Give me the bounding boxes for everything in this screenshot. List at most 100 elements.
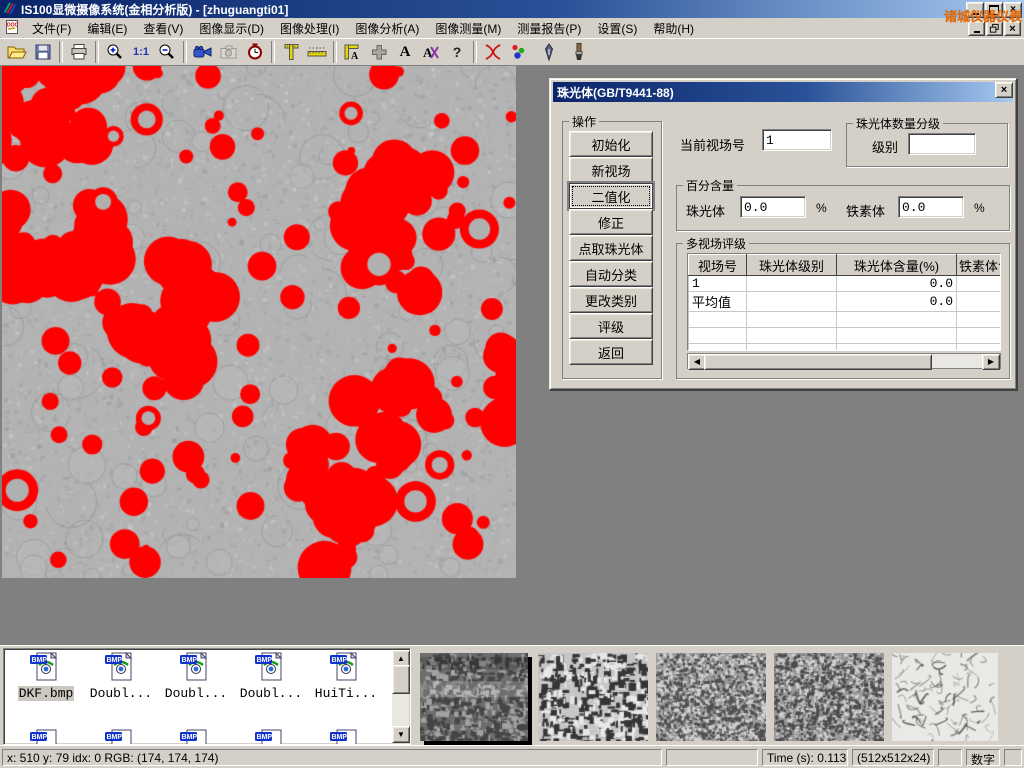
- cross-tool-button[interactable]: [366, 40, 392, 64]
- bmp-file-icon: BMP: [329, 729, 363, 745]
- close-icon: ×: [1010, 5, 1016, 15]
- table-row[interactable]: 1 0.0: [689, 276, 1002, 292]
- print-button[interactable]: [66, 40, 92, 64]
- measure-text-button[interactable]: A: [340, 40, 366, 64]
- binarize-button[interactable]: 二值化: [569, 183, 653, 209]
- cell-field: 1: [689, 276, 747, 292]
- actual-size-button[interactable]: 1:1: [128, 40, 154, 64]
- pen-tool-button[interactable]: [536, 40, 562, 64]
- file-item-partial[interactable]: BMP: [85, 729, 157, 745]
- ferrite-percent-input[interactable]: [898, 196, 964, 218]
- menu-item-image-process[interactable]: 图像处理(I): [272, 18, 347, 39]
- thumbnail-1[interactable]: [420, 653, 528, 741]
- curve-tool-button[interactable]: [480, 40, 506, 64]
- col-pearlite-grade[interactable]: 珠光体级别: [747, 255, 837, 276]
- file-item[interactable]: BMP Doubl...: [85, 652, 157, 701]
- phase-particles-button[interactable]: [506, 40, 532, 64]
- thumbnail-3[interactable]: [656, 653, 766, 741]
- col-ferrite-content[interactable]: 铁素体含量(%): [957, 255, 1002, 276]
- ferrite-label: 铁素体: [846, 201, 885, 220]
- zoom-out-button[interactable]: [154, 40, 180, 64]
- title-bar[interactable]: IS100显微摄像系统(金相分析版) - [zhuguangti01] ×: [0, 0, 1024, 18]
- toolbar-separator: [183, 41, 187, 63]
- time-status: Time (s): 0.113: [762, 749, 848, 766]
- scroll-right-button[interactable]: ▶: [982, 354, 1000, 370]
- scrollbar-thumb[interactable]: [392, 665, 410, 694]
- bmp-file-icon: BMP: [329, 652, 363, 682]
- pick-pearlite-button[interactable]: 点取珠光体: [569, 235, 653, 261]
- document-icon[interactable]: DOC: [4, 19, 20, 38]
- toolbar: 1:1 A A A ?: [0, 38, 1024, 66]
- brush-tool-button[interactable]: [566, 40, 592, 64]
- return-button[interactable]: 返回: [569, 339, 653, 365]
- file-list: BMP DKF.bmp BMP Doubl... BMP Doubl... BM…: [3, 648, 411, 745]
- correct-button[interactable]: 修正: [569, 209, 653, 235]
- menu-item-image-display[interactable]: 图像显示(D): [191, 18, 272, 39]
- video-capture-button[interactable]: [190, 40, 216, 64]
- menu-item-view[interactable]: 查看(V): [135, 18, 191, 39]
- file-item-partial[interactable]: BMP: [10, 729, 82, 745]
- help-button[interactable]: ?: [444, 40, 470, 64]
- menu-item-file[interactable]: 文件(F): [24, 18, 79, 39]
- operations-group-label: 操作: [569, 113, 599, 130]
- table-header-row: 视场号 珠光体级别 珠光体含量(%) 铁素体含量(%): [689, 255, 1002, 276]
- pearlite-percent-sign: %: [816, 201, 827, 215]
- menu-item-image-measure[interactable]: 图像测量(M): [427, 18, 509, 39]
- new-field-button[interactable]: 新视场: [569, 157, 653, 183]
- mdi-restore-button[interactable]: [986, 21, 1003, 36]
- auto-classify-button[interactable]: 自动分类: [569, 261, 653, 287]
- file-item[interactable]: BMP HuiTi...: [310, 652, 382, 701]
- scroll-down-button[interactable]: ▼: [392, 726, 410, 743]
- initialize-button[interactable]: 初始化: [569, 131, 653, 157]
- menu-item-settings[interactable]: 设置(S): [589, 18, 645, 39]
- file-item[interactable]: BMP Doubl...: [160, 652, 232, 701]
- rate-button[interactable]: 评级: [569, 313, 653, 339]
- timer-button[interactable]: [242, 40, 268, 64]
- annotate-tool-button[interactable]: A: [418, 40, 444, 64]
- menu-item-edit[interactable]: 编辑(E): [79, 18, 135, 39]
- mdi-minimize-button[interactable]: [968, 21, 985, 36]
- bmp-file-icon: BMP: [29, 652, 63, 682]
- grade-input[interactable]: [908, 133, 976, 155]
- menu-item-help[interactable]: 帮助(H): [645, 18, 702, 39]
- file-item[interactable]: BMP DKF.bmp: [10, 652, 82, 701]
- col-field-number[interactable]: 视场号: [689, 255, 747, 276]
- zoom-in-button[interactable]: [102, 40, 128, 64]
- file-item-partial[interactable]: BMP: [310, 729, 382, 745]
- pearlite-percent-input[interactable]: [740, 196, 806, 218]
- open-button[interactable]: [4, 40, 30, 64]
- dialog-close-button[interactable]: ×: [995, 82, 1013, 98]
- ruler-measure-button[interactable]: [304, 40, 330, 64]
- caliper-measure-button[interactable]: [278, 40, 304, 64]
- camera-capture-button[interactable]: [216, 40, 242, 64]
- bmp-file-icon: BMP: [29, 729, 63, 745]
- dialog-title-bar[interactable]: 珠光体(GB/T9441-88): [553, 82, 1013, 102]
- menu-item-report[interactable]: 测量报告(P): [509, 18, 589, 39]
- scrollbar-thumb[interactable]: [704, 354, 932, 370]
- thumbnail-4[interactable]: [774, 653, 884, 741]
- change-class-button[interactable]: 更改类别: [569, 287, 653, 313]
- file-item-partial[interactable]: BMP: [235, 729, 307, 745]
- mdi-close-button[interactable]: ×: [1004, 21, 1021, 36]
- svg-text:BMP: BMP: [32, 657, 48, 664]
- close-button[interactable]: ×: [1004, 2, 1022, 18]
- cell-grade: [747, 292, 837, 312]
- maximize-button[interactable]: [985, 2, 1003, 18]
- table-row[interactable]: 平均值 0.0: [689, 292, 1002, 312]
- file-item[interactable]: BMP Doubl...: [235, 652, 307, 701]
- current-field-input[interactable]: [762, 129, 832, 151]
- bmp-file-icon: BMP: [179, 652, 213, 682]
- file-list-scrollbar[interactable]: ▲ ▼: [392, 650, 409, 743]
- col-pearlite-content[interactable]: 珠光体含量(%): [837, 255, 957, 276]
- minimize-button[interactable]: [966, 2, 984, 18]
- thumbnail-5[interactable]: [892, 653, 998, 741]
- metallographic-image[interactable]: [2, 66, 516, 578]
- save-button[interactable]: [30, 40, 56, 64]
- table-horizontal-scrollbar[interactable]: ◀ ▶: [687, 353, 1001, 369]
- menu-item-image-analysis[interactable]: 图像分析(A): [347, 18, 427, 39]
- cell-ferrite: [957, 292, 1002, 312]
- file-item-partial[interactable]: BMP: [160, 729, 232, 745]
- text-tool-button[interactable]: A: [392, 40, 418, 64]
- thumbnail-2[interactable]: [538, 653, 648, 741]
- file-name: Doubl...: [164, 686, 228, 701]
